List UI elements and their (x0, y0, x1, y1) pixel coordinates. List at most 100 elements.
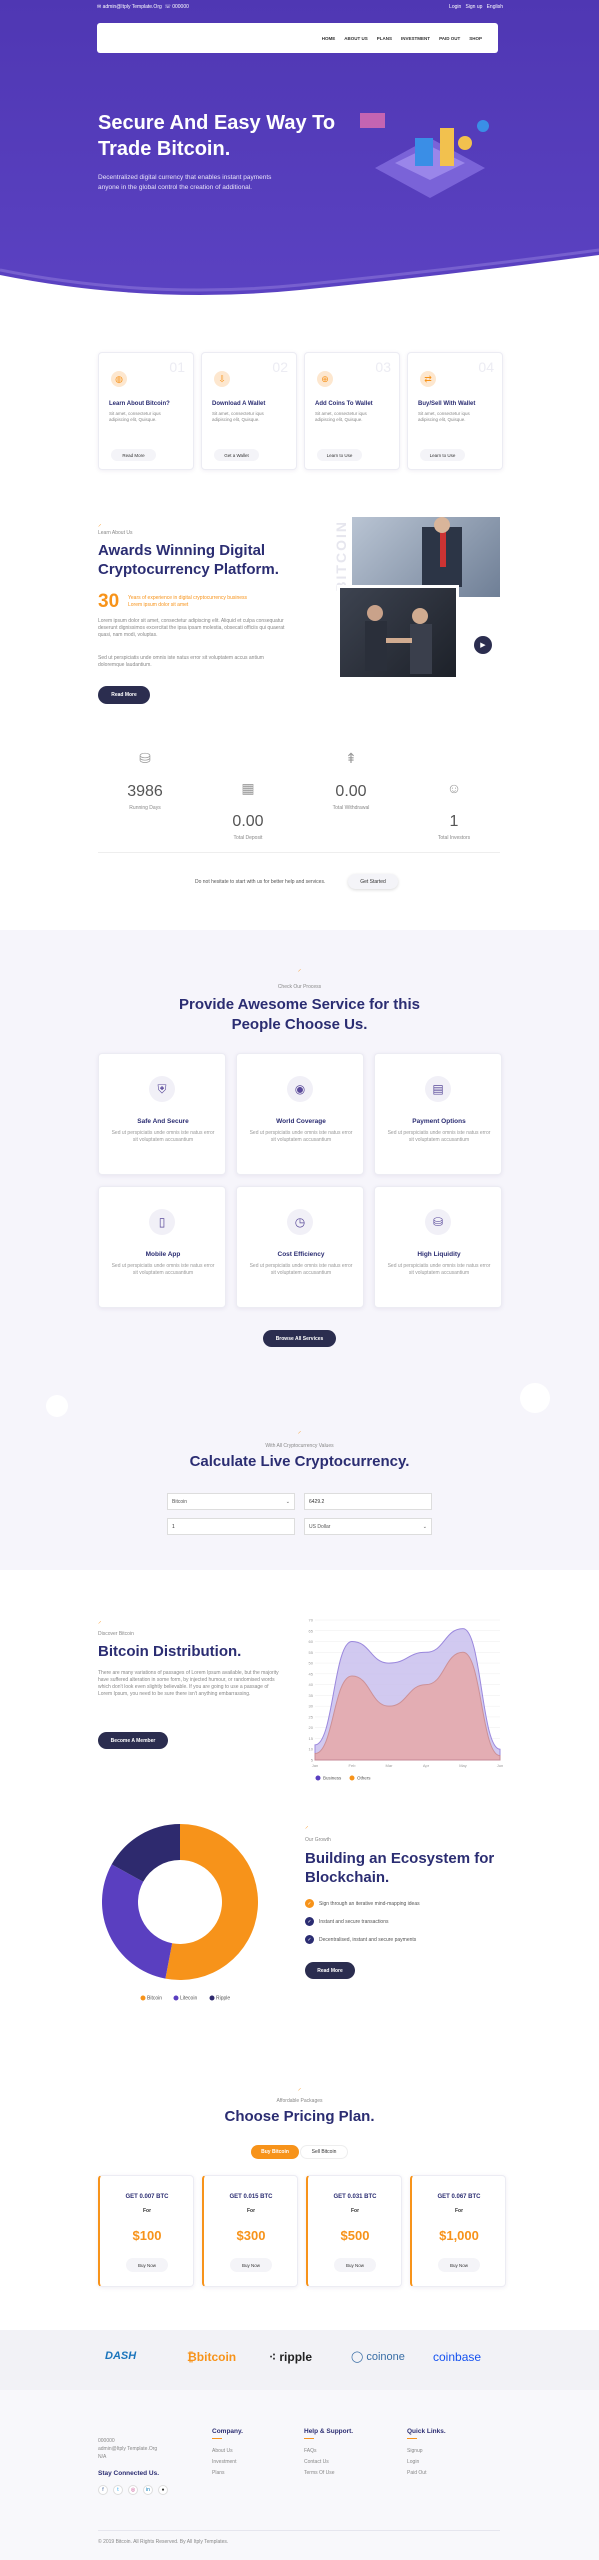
check-icon: ✓ (305, 1917, 314, 1926)
plan-buy-button[interactable]: Buy Now (126, 2258, 168, 2272)
tab-sell-bitcoin[interactable]: Sell Bitcoin (300, 2145, 348, 2159)
nav-plans[interactable]: PLANS (377, 36, 392, 41)
nav-about[interactable]: ABOUT US (344, 36, 368, 41)
donut-slice-litecoin (102, 1864, 173, 1979)
services-title-line1: Provide Awesome Service for this (179, 996, 420, 1013)
plan-buy-button[interactable]: Buy Now (230, 2258, 272, 2272)
github-icon[interactable]: ● (158, 2485, 168, 2495)
eco-list-item: Sign through an iterative mind-mapping i… (319, 1901, 420, 1907)
footer-link[interactable]: Contact Us (304, 2459, 329, 2466)
plan-buy-button[interactable]: Buy Now (438, 2258, 480, 2272)
browse-services-button[interactable]: Browse All Services (263, 1330, 336, 1347)
eco-list-item: Instant and secure transactions (319, 1919, 389, 1925)
stat-value: 0.00 (232, 813, 264, 830)
x-tick-label: Jan (312, 1763, 318, 1768)
instagram-icon[interactable]: ◎ (128, 2485, 138, 2495)
plan-price: $100 (132, 2228, 162, 2243)
partner-logo-coinone[interactable]: ◯ coinone (351, 2350, 405, 2363)
currency-select[interactable]: US Dollar ⌄ (304, 1518, 432, 1535)
footer-link[interactable]: Plans (212, 2470, 225, 2477)
x-tick-label: Jun (497, 1763, 503, 1768)
topbar: ✉ admin@Itply Template.Org ☏ 000000 Logi… (97, 4, 503, 14)
nav-shop[interactable]: SHOP (469, 36, 482, 41)
partner-logo-dash[interactable]: DASH (105, 2350, 136, 2362)
plan-price: $300 (236, 2228, 266, 2243)
partner-logo-ripple[interactable]: ⁖ ripple (269, 2350, 312, 2364)
coin-select[interactable]: Bitcoin ⌄ (167, 1493, 295, 1510)
about-read-more-button[interactable]: Read More (98, 686, 150, 704)
footer-phone[interactable]: 000000 (98, 2438, 115, 2445)
legend-label: Litecoin (180, 1996, 197, 2002)
service-icon: ◉ (287, 1076, 313, 1102)
service-icon: ▤ (425, 1076, 451, 1102)
nav-investment[interactable]: INVESTMENT (401, 36, 430, 41)
signup-link[interactable]: Sign up (465, 4, 482, 10)
footer-link[interactable]: Login (407, 2459, 419, 2466)
nav-home[interactable]: HOME (322, 36, 336, 41)
partner-logo-text: DASH (105, 2350, 137, 2362)
service-title: Safe And Secure (137, 1118, 189, 1125)
step-button[interactable]: Learn to Use (420, 449, 465, 461)
calc-eyebrow-mark: ⸝ (297, 1428, 302, 1435)
topbar-phone[interactable]: 000000 (172, 4, 189, 10)
video-play-button[interactable]: ▶ (474, 636, 492, 654)
footer (0, 2390, 599, 2560)
plan-name: GET 0.031 BTC (333, 2194, 377, 2200)
footer-col-underline (212, 2438, 222, 2439)
linkedin-icon[interactable]: in (143, 2485, 153, 2495)
cta-get-started-button[interactable]: Get Started (348, 874, 398, 889)
twitter-icon[interactable]: t (113, 2485, 123, 2495)
nav-paid-out[interactable]: PAID OUT (439, 36, 460, 41)
footer-connect-title: Stay Connected Us. (98, 2470, 160, 2477)
footer-link[interactable]: Investment (212, 2459, 236, 2466)
footer-link[interactable]: FAQs (304, 2448, 317, 2455)
decor-circle (520, 1383, 550, 1413)
step-button[interactable]: Get a Wallet (214, 449, 259, 461)
eco-read-more-button[interactable]: Read More (305, 1962, 355, 1979)
language-select[interactable]: English (487, 4, 503, 10)
about-years-text: Years of experience in digital cryptocur… (128, 595, 247, 609)
about-image-bottom (337, 585, 459, 680)
service-card: ◷ Cost Efficiency Sed ut perspiciatis unde… (236, 1186, 364, 1308)
y-tick-label: 30 (309, 1704, 314, 1709)
legend-label: Others (357, 1776, 371, 1781)
step-button[interactable]: Read More (111, 449, 156, 461)
partner-logo-coinbase[interactable]: coinbase (433, 2350, 481, 2364)
service-title: High Liquidity (417, 1251, 461, 1258)
x-tick-label: Feb (349, 1763, 357, 1768)
y-tick-label: 15 (309, 1736, 314, 1741)
step-card: 03 ⊕ Add Coins To Wallet Sit amet, consecte… (304, 352, 400, 470)
eco-eyebrow-mark: ⸝ (305, 1823, 309, 1830)
step-button[interactable]: Learn to Use (317, 449, 362, 461)
service-desc: Sed ut perspiciatis unde omnis iste natu… (387, 1130, 491, 1143)
legend-label: Ripple (216, 1996, 230, 2002)
service-card: ⛨ Safe And Secure Sed ut perspiciatis unde… (98, 1053, 226, 1175)
service-card: ◉ World Coverage Sed ut perspiciatis unde … (236, 1053, 364, 1175)
login-link[interactable]: Login (449, 4, 461, 10)
topbar-email[interactable]: admin@Itply Template.Org (103, 4, 162, 10)
social-icons: f t ◎ in ● (98, 2485, 168, 2495)
about-title-line2: Cryptocurrency Platform. (98, 561, 279, 578)
step-desc: Sit amet, consectetur iqus adipiscing el… (315, 411, 367, 422)
eco-list-item: Decentralised, instant and secure paymen… (319, 1937, 417, 1943)
pricing-eyebrow-mark: ⸝ (297, 2085, 302, 2092)
footer-link[interactable]: Terms Of Use (304, 2470, 335, 2477)
footer-link[interactable]: About Us (212, 2448, 233, 2455)
about-eyebrow-mark: ⸝ (98, 521, 102, 528)
hero-title-line2: Trade Bitcoin. (98, 138, 231, 160)
footer-link[interactable]: Paid Out (407, 2470, 426, 2477)
footer-email[interactable]: admin@Itply Template.Org (98, 2446, 157, 2453)
eco-title-line2: Blockchain. (305, 1869, 390, 1886)
service-desc: Sed ut perspiciatis unde omnis iste natu… (249, 1263, 353, 1276)
hero-wave (0, 248, 599, 305)
partner-logo-bitcoin[interactable]: ₿bitcoin (187, 2350, 236, 2364)
facebook-icon[interactable]: f (98, 2485, 108, 2495)
amount-field[interactable]: 1 (167, 1518, 295, 1535)
value-field[interactable]: 6429.2 (304, 1493, 432, 1510)
stat-icon: ☺ (446, 780, 462, 796)
tab-buy-bitcoin[interactable]: Buy Bitcoin (251, 2145, 299, 2159)
become-member-button[interactable]: Become A Member (98, 1732, 168, 1749)
hero-desc: Decentralized digital currency that enab… (98, 173, 271, 193)
plan-buy-button[interactable]: Buy Now (334, 2258, 376, 2272)
footer-link[interactable]: Signup (407, 2448, 423, 2455)
